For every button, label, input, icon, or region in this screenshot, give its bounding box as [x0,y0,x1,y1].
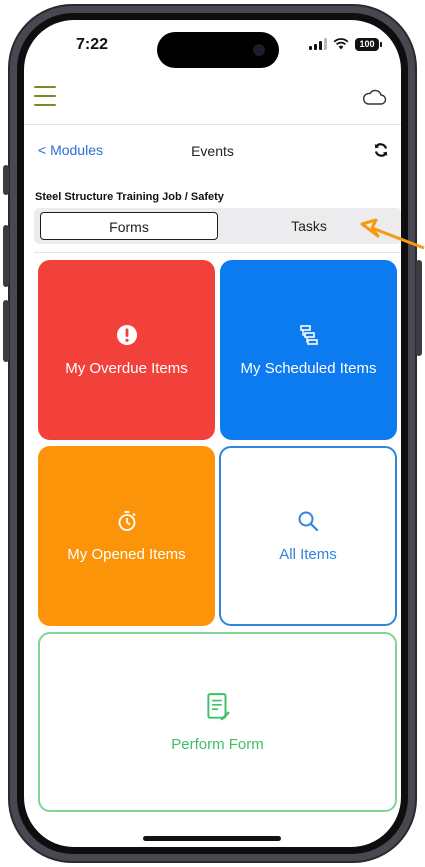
breadcrumb: Steel Structure Training Job / Safety [35,191,224,203]
volume-down-button [3,300,9,362]
dynamic-island [157,32,279,68]
tab-forms[interactable]: Forms [40,212,218,240]
divider [34,252,401,253]
app-header [24,74,401,125]
nav-bar: < Modules Events [24,138,401,166]
segmented-control: Forms Tasks [34,208,401,244]
status-time: 7:22 [76,36,109,53]
home-indicator[interactable] [143,836,281,841]
action-button [3,165,9,195]
schedule-icon [299,324,318,345]
back-button[interactable]: < Modules [38,142,103,158]
wifi-icon [333,38,349,50]
battery-icon: 100 [355,37,382,51]
opened-items-label: My Opened Items [67,545,186,563]
perform-form-tile[interactable]: Perform Form [38,632,397,812]
scheduled-items-tile[interactable]: My Scheduled Items [220,260,397,440]
volume-up-button [3,225,9,287]
signal-icon [309,38,327,50]
all-items-label: All Items [279,545,337,563]
search-icon [298,511,319,531]
overdue-items-label: My Overdue Items [65,359,188,377]
alert-icon [116,324,137,345]
timer-icon [118,510,136,531]
refresh-icon[interactable] [373,142,389,158]
all-items-tile[interactable]: All Items [219,446,397,626]
form-icon [206,692,230,720]
camera-icon [253,44,265,56]
status-icons: 100 [309,37,382,51]
hamburger-icon[interactable] [34,86,56,106]
cloud-icon[interactable] [361,88,387,106]
scheduled-items-label: My Scheduled Items [240,359,377,377]
overdue-items-tile[interactable]: My Overdue Items [38,260,215,440]
opened-items-tile[interactable]: My Opened Items [38,446,215,626]
status-bar: 7:22 100 [24,20,401,74]
annotation-arrow [360,218,425,250]
phone-screen: 7:22 100 < Modules Events Steel Structur… [24,20,401,847]
perform-form-label: Perform Form [171,735,264,753]
power-button [416,260,422,356]
